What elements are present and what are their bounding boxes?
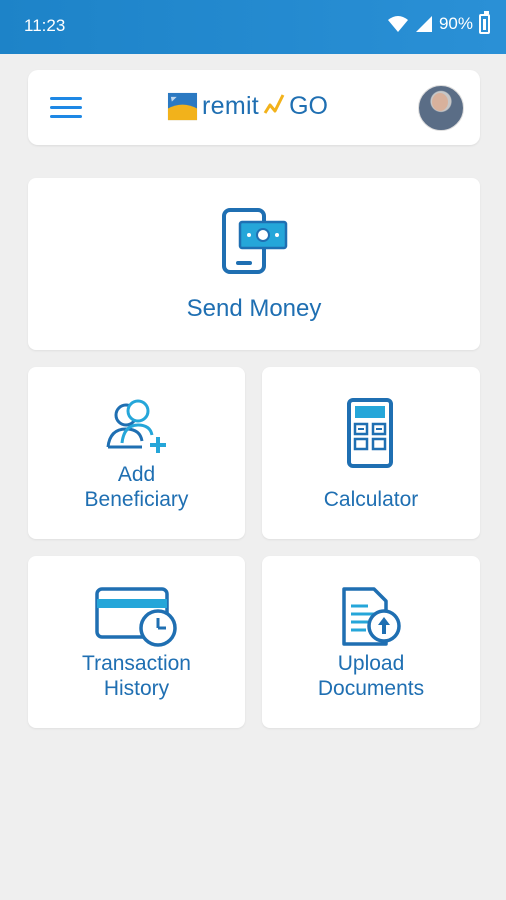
upload-documents-label-line1: Upload bbox=[337, 652, 405, 675]
send-money-label: Send Money bbox=[186, 295, 322, 322]
upload-documents-label-line2: Documents bbox=[317, 677, 425, 700]
transaction-history-label-line2: History bbox=[103, 677, 170, 700]
wifi-icon bbox=[387, 16, 408, 32]
card-clock-icon bbox=[95, 587, 177, 647]
add-beneficiary-label-line1: Add bbox=[117, 463, 156, 486]
user-avatar[interactable] bbox=[418, 85, 464, 131]
transaction-history-label-line1: Transaction bbox=[82, 652, 191, 675]
calculator-icon bbox=[347, 398, 393, 468]
logo-mark-icon bbox=[167, 92, 198, 120]
add-user-icon bbox=[106, 399, 166, 453]
upload-document-icon bbox=[342, 587, 401, 646]
send-money-card[interactable]: Send Money bbox=[28, 178, 480, 350]
logo-text: remit bbox=[202, 91, 260, 120]
logo-go-text: GO bbox=[289, 91, 328, 120]
logo-check-icon bbox=[263, 94, 285, 114]
hamburger-menu-icon[interactable] bbox=[50, 97, 84, 119]
calculator-label: Calculator bbox=[323, 488, 419, 511]
app-header: remit GO bbox=[28, 70, 480, 145]
mobile-money-icon bbox=[222, 208, 288, 274]
battery-icon bbox=[479, 11, 490, 34]
status-time: 11:23 bbox=[24, 16, 66, 35]
upload-documents-card[interactable]: Upload Documents bbox=[262, 556, 480, 728]
status-bar: 11:23 90% bbox=[0, 0, 506, 54]
status-icons: 90% bbox=[387, 11, 490, 34]
remitngo-logo: remit GO bbox=[167, 88, 328, 124]
add-beneficiary-label-line2: Beneficiary bbox=[84, 488, 189, 511]
transaction-history-card[interactable]: Transaction History bbox=[28, 556, 245, 728]
battery-percent: 90% bbox=[438, 14, 473, 33]
signal-icon bbox=[415, 16, 432, 32]
calculator-card[interactable]: Calculator bbox=[262, 367, 480, 539]
add-beneficiary-card[interactable]: Add Beneficiary bbox=[28, 367, 245, 539]
